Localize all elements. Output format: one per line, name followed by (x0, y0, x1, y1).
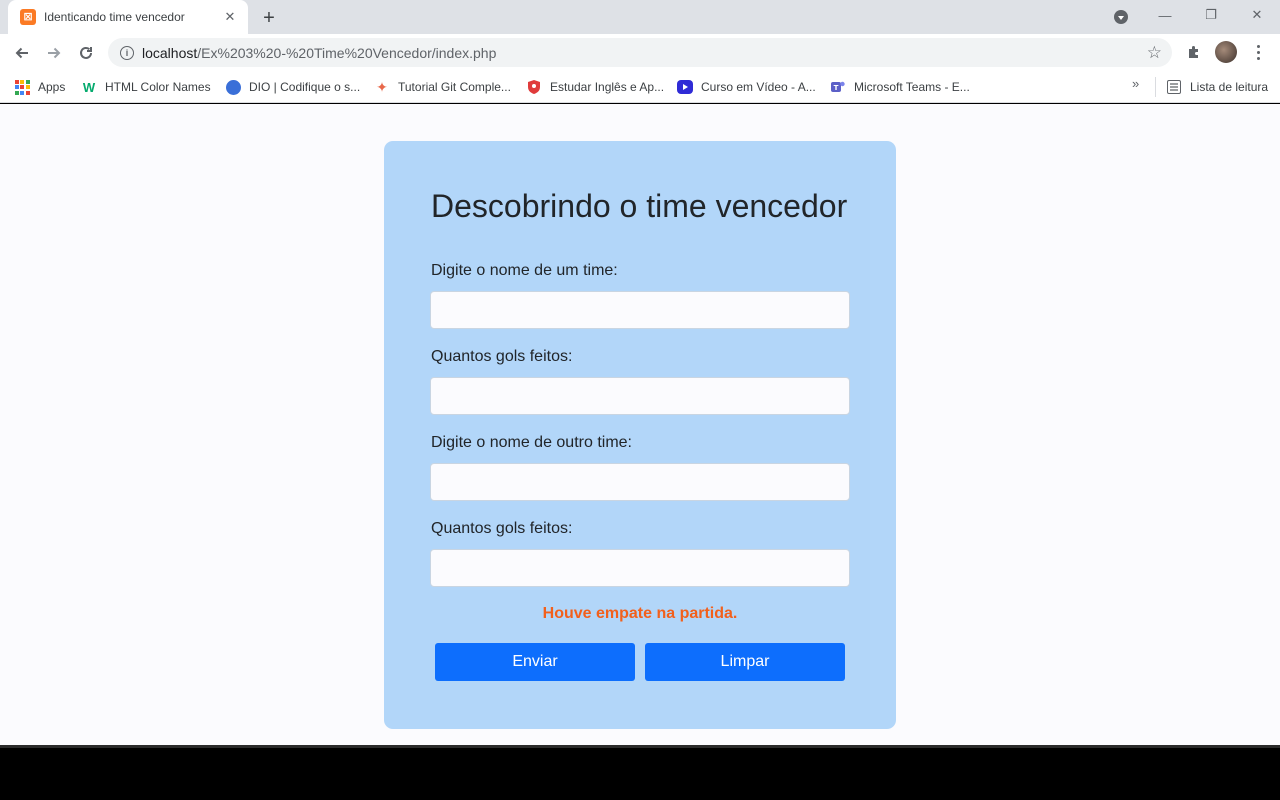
dio-icon (225, 79, 241, 95)
tab-search-icon[interactable] (1114, 10, 1128, 24)
bookmark-curso-em-video[interactable]: Curso em Vídeo - A... (677, 76, 816, 98)
apps-grid-icon (14, 79, 30, 95)
minimize-button[interactable]: — (1142, 0, 1188, 30)
svg-text:T: T (834, 84, 839, 92)
bookmark-apps[interactable]: Apps (14, 76, 65, 98)
team2-name-label: Digite o nome de outro time: (431, 434, 632, 451)
bookmark-estudar-ingles[interactable]: Estudar Inglês e Ap... (526, 76, 664, 98)
url-host: localhost (142, 44, 198, 61)
clear-button[interactable]: Limpar (645, 643, 845, 681)
forward-arrow-icon[interactable] (42, 41, 66, 65)
reload-icon[interactable] (74, 41, 98, 65)
url-path: /Ex%203%20-%20Time%20Vencedor/index.php (197, 44, 497, 61)
team1-name-label: Digite o nome de um time: (431, 262, 618, 279)
team2-goals-input[interactable] (430, 549, 850, 587)
submit-button[interactable]: Enviar (435, 643, 635, 681)
browser-toolbar: i localhost/Ex%203%20-%20Time%20Vencedor… (0, 34, 1280, 72)
page-title: Descobrindo o time vencedor (431, 188, 848, 224)
site-info-icon[interactable]: i (120, 45, 134, 60)
kebab-menu-icon[interactable] (1250, 42, 1266, 62)
team1-goals-input[interactable] (430, 377, 850, 415)
back-arrow-icon[interactable] (10, 41, 34, 65)
taskbar (0, 745, 1280, 800)
git-icon: ✦ (376, 78, 388, 95)
form-card: Descobrindo o time vencedor Digite o nom… (384, 141, 896, 729)
bookmark-html-color-names[interactable]: W HTML Color Names (81, 76, 211, 98)
shield-icon (526, 79, 542, 95)
new-tab-button[interactable]: + (258, 7, 280, 29)
result-message: Houve empate na partida. (542, 605, 738, 622)
bookmarks-separator (1155, 77, 1156, 97)
team1-name-input[interactable] (430, 291, 850, 329)
bookmark-dio[interactable]: DIO | Codifique o s... (225, 76, 360, 98)
close-window-button[interactable]: ✕ (1234, 0, 1280, 30)
team1-goals-label: Quantos gols feitos: (431, 348, 573, 365)
more-bookmarks-chevron-icon[interactable]: » (1132, 76, 1139, 91)
tab-title: Identicando time vencedor (44, 10, 185, 24)
bookmark-microsoft-teams[interactable]: T Microsoft Teams - E... (830, 76, 970, 98)
reading-list-icon (1166, 79, 1182, 95)
w3schools-icon: W (82, 79, 96, 95)
bookmark-tutorial-git[interactable]: ✦ Tutorial Git Comple... (374, 76, 511, 98)
reading-list[interactable]: Lista de leitura (1166, 76, 1268, 98)
browser-tab[interactable]: ⊠ Identicando time vencedor ✕ (8, 0, 248, 34)
team2-goals-label: Quantos gols feitos: (431, 520, 573, 537)
xampp-favicon-icon: ⊠ (20, 9, 36, 25)
extensions-puzzle-icon[interactable] (1184, 42, 1204, 62)
page-content: Descobrindo o time vencedor Digite o nom… (0, 104, 1280, 745)
bookmark-star-icon[interactable]: ☆ (1147, 43, 1162, 63)
bookmarks-bar: Apps W HTML Color Names DIO | Codifique … (0, 72, 1280, 103)
tab-close-icon[interactable]: ✕ (222, 9, 238, 25)
address-bar[interactable]: i localhost/Ex%203%20-%20Time%20Vencedor… (108, 38, 1172, 67)
profile-avatar[interactable] (1215, 41, 1237, 63)
play-icon (677, 79, 693, 95)
tab-strip: ⊠ Identicando time vencedor ✕ + — ❐ ✕ (0, 0, 1280, 34)
restore-button[interactable]: ❐ (1188, 0, 1234, 30)
team2-name-input[interactable] (430, 463, 850, 501)
teams-icon: T (830, 79, 846, 95)
